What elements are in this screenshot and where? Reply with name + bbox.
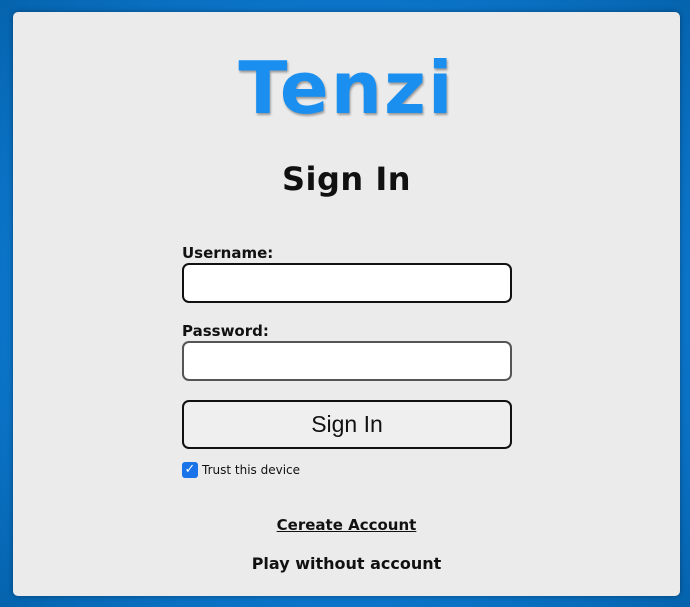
trust-device-label[interactable]: Trust this device [202, 463, 300, 477]
window-frame: Tenzi Sign In Username: Password: Sign I… [0, 0, 690, 607]
password-input[interactable] [182, 341, 512, 381]
logo: Tenzi [238, 46, 455, 130]
trust-device-row[interactable]: ✓ Trust this device [182, 462, 300, 478]
username-input[interactable] [182, 263, 512, 303]
page-title: Sign In [281, 160, 412, 198]
create-account-row: Cereate Account [13, 516, 680, 534]
username-label: Username: [182, 244, 274, 262]
trust-device-checkbox[interactable]: ✓ [182, 462, 198, 478]
signin-button[interactable]: Sign In [182, 400, 512, 449]
create-account-link[interactable]: Cereate Account [277, 516, 417, 534]
play-without-account-row: Play without account [13, 554, 680, 573]
signin-card: Tenzi Sign In Username: Password: Sign I… [13, 12, 680, 596]
password-label: Password: [182, 322, 269, 340]
play-without-account-link[interactable]: Play without account [252, 554, 442, 573]
checkmark-icon: ✓ [184, 462, 196, 477]
